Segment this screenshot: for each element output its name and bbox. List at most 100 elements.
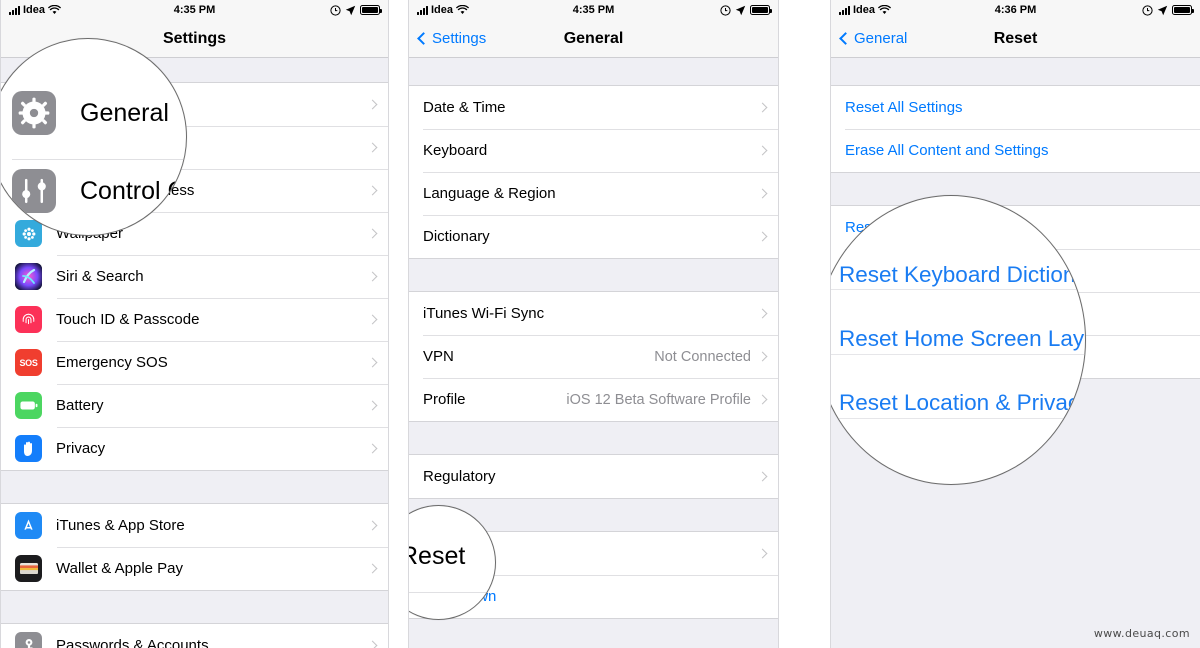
list-item-label: Language & Region	[423, 185, 556, 202]
chevron-right-icon	[367, 563, 378, 574]
status-bar-left: Idea	[839, 4, 891, 16]
list-item-label: iTunes Wi-Fi Sync	[423, 305, 545, 322]
group-gap	[831, 58, 1200, 85]
list-item-reset-all-settings[interactable]: Reset All Settings	[831, 86, 1200, 129]
sidebar-item-label: Privacy	[56, 440, 106, 457]
chevron-right-icon	[757, 102, 768, 113]
magnifier-general: General Control Centre	[1, 38, 187, 236]
privacy-hand-icon	[15, 435, 42, 462]
magnified-row-control-centre: Control Centre	[12, 169, 186, 213]
chevron-right-icon	[367, 400, 378, 411]
group-gap	[409, 58, 778, 85]
list-item-dictionary[interactable]: Dictionary	[409, 215, 778, 258]
general-group-3: Regulatory	[409, 454, 778, 499]
phone-panel-reset: Idea 4:36 PM General Reset Reset All Set…	[830, 0, 1200, 648]
magnified-divider	[12, 159, 186, 160]
sidebar-item-label: Touch ID & Passcode	[56, 311, 200, 328]
alarm-icon	[1142, 4, 1153, 16]
sidebar-item-label: Passwords & Accounts	[56, 637, 209, 648]
magnified-divider	[831, 289, 1085, 290]
list-item-label: Regulatory	[423, 468, 496, 485]
battery-icon	[360, 5, 382, 15]
cellular-signal-icon	[417, 5, 428, 15]
chevron-right-icon	[757, 231, 768, 242]
list-item-erase-all-content[interactable]: Erase All Content and Settings	[831, 129, 1200, 172]
chevron-right-icon	[757, 394, 768, 405]
magnified-label-reset: Reset	[409, 542, 466, 570]
wifi-icon	[456, 5, 469, 14]
app-store-icon	[15, 512, 42, 539]
status-bar: Idea 4:35 PM	[409, 0, 778, 20]
list-item-language-region[interactable]: Language & Region	[409, 172, 778, 215]
chevron-right-icon	[367, 228, 378, 239]
status-bar-right	[720, 4, 772, 16]
list-item-itunes-wifi-sync[interactable]: iTunes Wi-Fi Sync	[409, 292, 778, 335]
wifi-icon	[878, 5, 891, 14]
cellular-signal-icon	[839, 5, 850, 15]
sidebar-item-battery[interactable]: Battery	[1, 384, 388, 427]
magnifier-reset: Reset	[409, 505, 496, 620]
group-gap	[1, 471, 388, 503]
cellular-signal-icon	[9, 5, 20, 15]
list-item-label: Erase All Content and Settings	[845, 142, 1049, 159]
status-bar-left: Idea	[417, 4, 469, 16]
control-centre-icon	[12, 169, 56, 213]
magnifier-reset-options: Reset Keyboard Dictionary Reset Home Scr…	[831, 195, 1086, 485]
list-item-label: Keyboard	[423, 142, 488, 159]
sidebar-item-label: iTunes & App Store	[56, 517, 185, 534]
chevron-left-icon	[839, 32, 852, 45]
settings-group-2: iTunes & App Store Wallet & Apple Pay	[1, 503, 388, 591]
list-item-regulatory[interactable]: Regulatory	[409, 455, 778, 498]
sidebar-item-passwords-accounts[interactable]: Passwords & Accounts	[1, 624, 388, 648]
carrier-label: Idea	[23, 4, 46, 16]
magnified-label-general: General	[80, 98, 169, 127]
list-item-keyboard[interactable]: Keyboard	[409, 129, 778, 172]
magnified-divider	[831, 354, 1085, 355]
magnified-label-control-centre: Control Centre	[80, 176, 186, 205]
chevron-right-icon	[367, 142, 378, 153]
status-bar-right	[1142, 4, 1194, 16]
sidebar-item-itunes-app-store[interactable]: iTunes & App Store	[1, 504, 388, 547]
list-item-profile[interactable]: Profile iOS 12 Beta Software Profile	[409, 378, 778, 421]
list-item-vpn[interactable]: VPN Not Connected	[409, 335, 778, 378]
chevron-right-icon	[367, 185, 378, 196]
chevron-right-icon	[367, 357, 378, 368]
magnified-label-reset-keyboard-dictionary: Reset Keyboard Dictionary	[839, 262, 1086, 287]
sidebar-item-wallet-apple-pay[interactable]: Wallet & Apple Pay	[1, 547, 388, 590]
group-gap	[1, 591, 388, 623]
group-gap	[409, 259, 778, 291]
back-button-general[interactable]: General	[839, 30, 908, 47]
sidebar-item-label: Emergency SOS	[56, 354, 168, 371]
magnified-divider	[831, 418, 1085, 419]
sidebar-item-label: Wallet & Apple Pay	[56, 560, 184, 577]
back-button-label: Settings	[432, 30, 487, 47]
status-bar: Idea 4:36 PM	[831, 0, 1200, 20]
list-item-value: iOS 12 Beta Software Profile	[566, 391, 751, 408]
back-button-settings[interactable]: Settings	[417, 30, 487, 47]
list-item-label: Profile	[423, 391, 466, 408]
location-arrow-icon	[1157, 5, 1168, 15]
sidebar-item-privacy[interactable]: Privacy	[1, 427, 388, 470]
status-bar-left: Idea	[9, 4, 61, 16]
list-item-date-time[interactable]: Date & Time	[409, 86, 778, 129]
group-gap	[409, 422, 778, 454]
list-item-label: Reset All Settings	[845, 99, 963, 116]
wallet-icon	[15, 555, 42, 582]
back-button-label: General	[854, 30, 908, 47]
sidebar-item-label: Siri & Search	[56, 268, 144, 285]
phone-panel-settings: Idea 4:35 PM Settings Siri & Search Touc…	[0, 0, 389, 648]
siri-icon	[15, 263, 42, 290]
chevron-right-icon	[367, 640, 378, 648]
reset-group-1: Reset All Settings Erase All Content and…	[831, 85, 1200, 173]
chevron-right-icon	[367, 443, 378, 454]
sidebar-item-siri-search[interactable]: Siri & Search	[1, 255, 388, 298]
magnified-label-reset-home-screen-layout: Reset Home Screen Layout	[839, 326, 1085, 351]
chevron-right-icon	[757, 188, 768, 199]
list-item-label: Date & Time	[423, 99, 506, 116]
sidebar-item-emergency-sos[interactable]: SOS Emergency SOS	[1, 341, 388, 384]
status-bar-right	[330, 4, 382, 16]
chevron-right-icon	[757, 145, 768, 156]
magnified-divider	[409, 592, 495, 593]
gear-icon	[12, 91, 56, 135]
sidebar-item-touch-id-passcode[interactable]: Touch ID & Passcode	[1, 298, 388, 341]
